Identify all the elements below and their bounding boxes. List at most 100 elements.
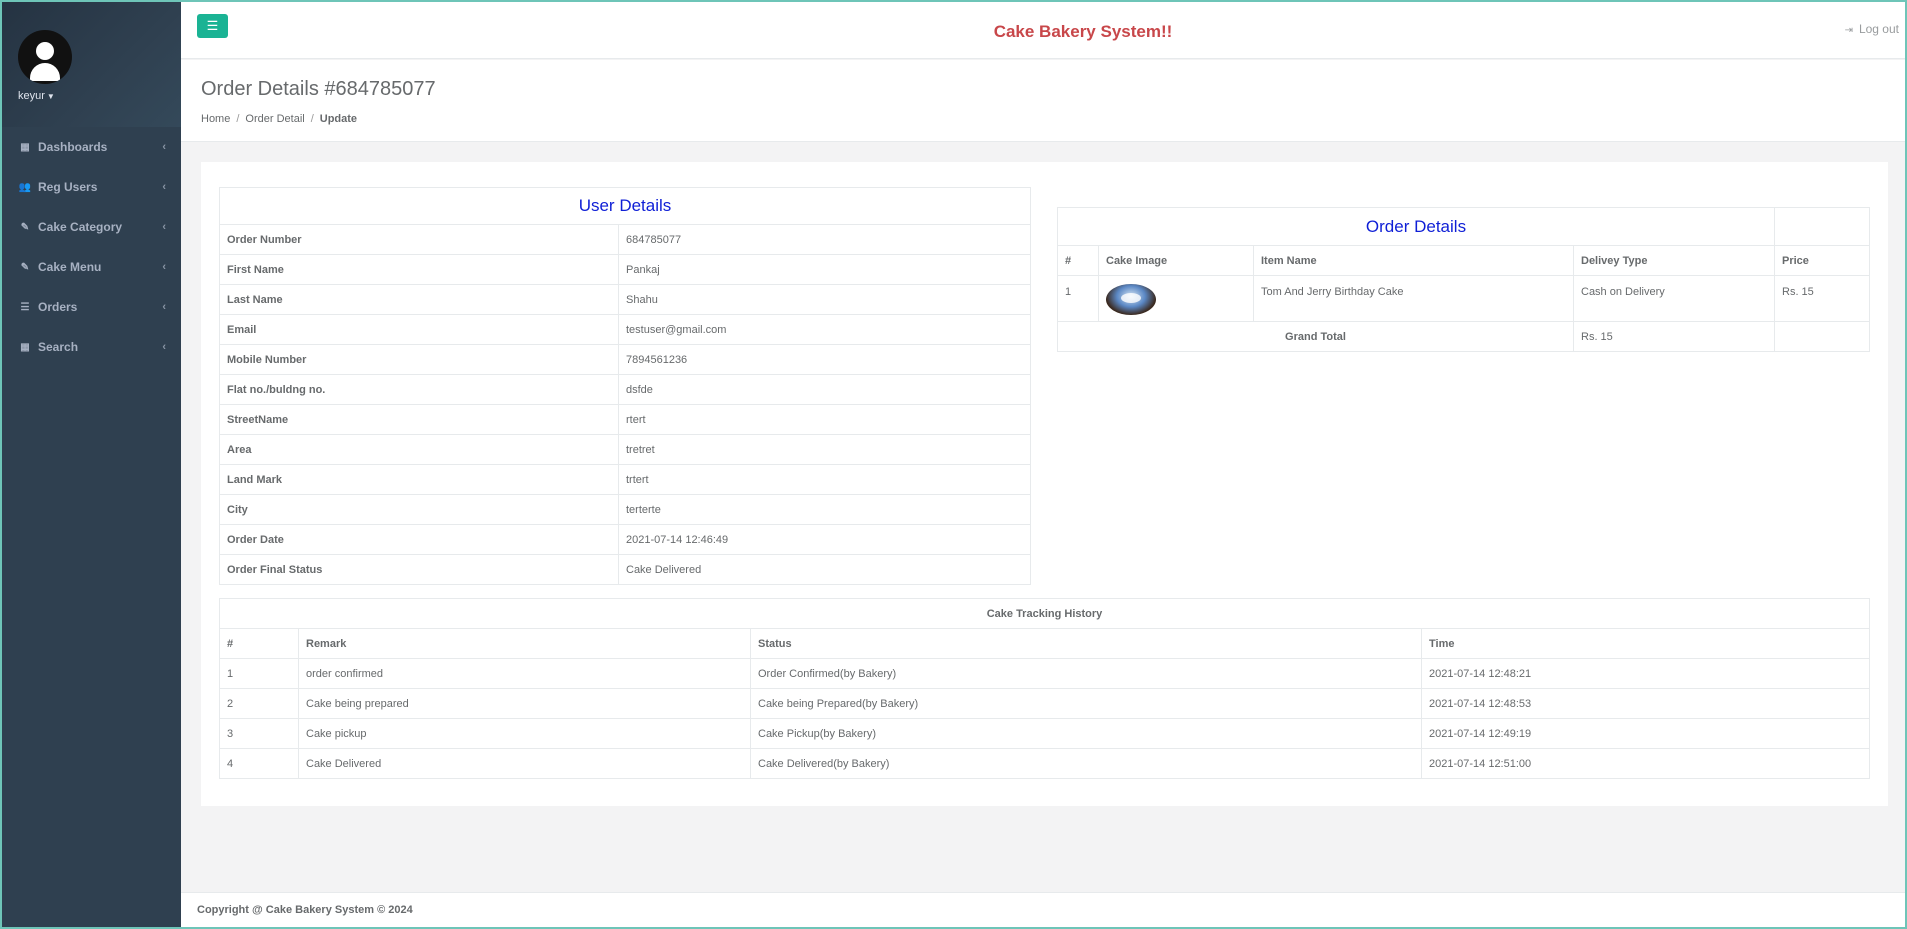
field-value: 7894561236 — [618, 344, 1031, 375]
item-name: Tom And Jerry Birthday Cake — [1253, 275, 1574, 322]
column-header: Status — [750, 628, 1422, 659]
status: Cake Delivered(by Bakery) — [750, 748, 1422, 779]
sidebar-item-cake-category[interactable]: ✎ Cake Category ‹ — [2, 207, 181, 247]
column-header: Cake Image — [1098, 245, 1254, 276]
footer: Copyright @ Cake Bakery System © 2024 — [181, 892, 1905, 927]
field-label: Land Mark — [219, 464, 619, 495]
column-header: # — [1057, 245, 1099, 276]
table-row: First Name Pankaj — [219, 254, 1031, 285]
th-large-icon: ▦ — [20, 341, 30, 353]
field-value: tretret — [618, 434, 1031, 465]
row-number: 1 — [219, 658, 299, 689]
time: 2021-07-14 12:48:53 — [1421, 688, 1870, 719]
field-value: dsfde — [618, 374, 1031, 405]
status: Cake being Prepared(by Bakery) — [750, 688, 1422, 719]
field-value: rtert — [618, 404, 1031, 435]
field-label: Flat no./buldng no. — [219, 374, 619, 405]
remark: Cake being prepared — [298, 688, 751, 719]
sidebar-item-search[interactable]: ▦ Search ‹ — [2, 327, 181, 367]
sidebar-item-reg-users[interactable]: 👥 Reg Users ‹ — [2, 167, 181, 207]
breadcrumb-separator: / — [310, 113, 314, 125]
sign-out-icon: ⇥ — [1844, 25, 1853, 36]
field-label: City — [219, 494, 619, 525]
field-label: Last Name — [219, 284, 619, 315]
grand-total-row: Grand Total Rs. 15 — [1057, 321, 1870, 352]
grand-total-label: Grand Total — [1057, 321, 1574, 352]
field-value: trtert — [618, 464, 1031, 495]
column-header: Delivey Type — [1573, 245, 1775, 276]
page-title: Order Details #684785077 — [201, 78, 436, 100]
remark: order confirmed — [298, 658, 751, 689]
column-header: Price — [1774, 245, 1870, 276]
app-title: Cake Bakery System!! — [993, 22, 1173, 41]
table-header-row: # Remark Status Time — [219, 628, 1870, 659]
field-value: terterte — [618, 494, 1031, 525]
delivery-type: Cash on Delivery — [1573, 275, 1775, 322]
user-menu[interactable]: keyur ▼ — [18, 90, 181, 102]
profile-area: keyur ▼ — [2, 2, 181, 127]
field-value: 2021-07-14 12:46:49 — [618, 524, 1031, 555]
chevron-left-icon: ‹ — [162, 261, 166, 273]
field-label: Mobile Number — [219, 344, 619, 375]
user-details-table: User Details Order Number 684785077 First… — [219, 187, 1031, 585]
sidebar-item-label: Dashboards — [38, 140, 108, 154]
copyright-text: Copyright @ Cake Bakery System © 2024 — [197, 904, 413, 916]
empty-cell — [1774, 321, 1870, 352]
field-value: Cake Delivered — [618, 554, 1031, 585]
status: Order Confirmed(by Bakery) — [750, 658, 1422, 689]
field-label: First Name — [219, 254, 619, 285]
table-row: City terterte — [219, 494, 1031, 525]
row-number: 2 — [219, 688, 299, 719]
table-row: 1 order confirmed Order Confirmed(by Bak… — [219, 658, 1870, 689]
table-row: Area tretret — [219, 434, 1031, 465]
remark: Cake pickup — [298, 718, 751, 749]
table-row: Flat no./buldng no. dsfde — [219, 374, 1031, 405]
edit-icon: ✎ — [20, 221, 30, 233]
breadcrumb-separator: / — [236, 113, 240, 125]
breadcrumb-order-detail[interactable]: Order Detail — [245, 113, 304, 125]
field-value: testuser@gmail.com — [618, 314, 1031, 345]
caret-down-icon: ▼ — [46, 92, 55, 101]
table-row: Land Mark trtert — [219, 464, 1031, 495]
page-heading: Order Details #684785077 Home / Order Deta… — [181, 60, 1905, 142]
grand-total-value: Rs. 15 — [1573, 321, 1775, 352]
chevron-left-icon: ‹ — [162, 221, 166, 233]
user-details-title: User Details — [219, 187, 1031, 225]
remark: Cake Delivered — [298, 748, 751, 779]
cake-image-cell — [1098, 275, 1254, 322]
table-row: Order Number 684785077 — [219, 224, 1031, 255]
sidebar-item-dashboards[interactable]: ▦ Dashboards ‹ — [2, 127, 181, 167]
empty-cell — [1774, 207, 1870, 246]
logout-link[interactable]: ⇥ Log out — [1845, 22, 1899, 36]
order-details-table: Order Details # Cake Image Item Name Del… — [1057, 207, 1870, 352]
edit-icon: ✎ — [20, 261, 30, 273]
sidebar-item-orders[interactable]: ☰ Orders ‹ — [2, 287, 181, 327]
sidebar-nav: ▦ Dashboards ‹ 👥 Reg Users ‹ ✎ Cake Cate… — [2, 127, 181, 367]
table-row: 1 Tom And Jerry Birthday Cake Cash on De… — [1057, 275, 1870, 322]
field-label: Email — [219, 314, 619, 345]
row-number: 3 — [219, 718, 299, 749]
status: Cake Pickup(by Bakery) — [750, 718, 1422, 749]
item-number: 1 — [1057, 275, 1099, 322]
logout-label: Log out — [1858, 22, 1899, 36]
time: 2021-07-14 12:51:00 — [1421, 748, 1870, 779]
th-large-icon: ▦ — [20, 141, 30, 153]
field-label: Order Final Status — [219, 554, 619, 585]
field-label: Area — [219, 434, 619, 465]
content-panel: User Details Order Number 684785077 First… — [201, 162, 1888, 806]
sidebar-item-label: Search — [38, 340, 79, 354]
table-row: Last Name Shahu — [219, 284, 1031, 315]
tracking-history-title: Cake Tracking History — [219, 598, 1870, 629]
users-icon: 👥 — [18, 181, 32, 193]
avatar[interactable] — [18, 30, 72, 84]
sidebar-item-label: Cake Menu — [38, 260, 102, 274]
sidebar-item-cake-menu[interactable]: ✎ Cake Menu ‹ — [2, 247, 181, 287]
breadcrumb-home[interactable]: Home — [201, 113, 230, 125]
username-label: keyur — [18, 90, 45, 102]
time: 2021-07-14 12:49:19 — [1421, 718, 1870, 749]
item-price: Rs. 15 — [1774, 275, 1870, 322]
row-number: 4 — [219, 748, 299, 779]
time: 2021-07-14 12:48:21 — [1421, 658, 1870, 689]
field-value: Shahu — [618, 284, 1031, 315]
table-row: Order Final Status Cake Delivered — [219, 554, 1031, 585]
